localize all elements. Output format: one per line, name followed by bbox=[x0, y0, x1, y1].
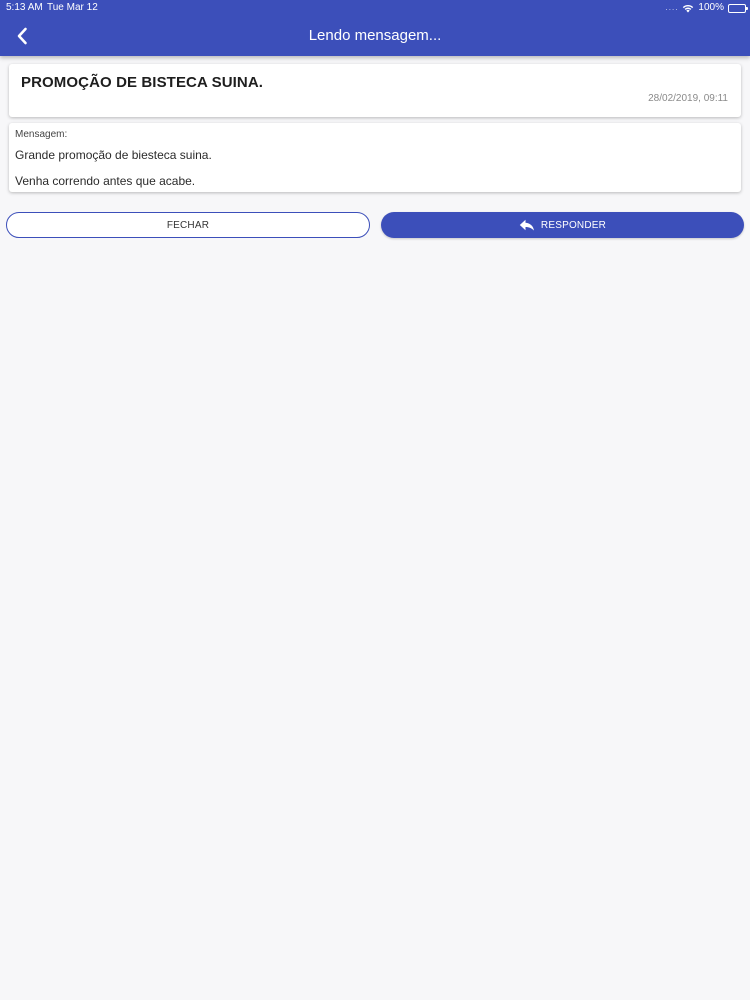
close-button[interactable]: FECHAR bbox=[6, 212, 370, 238]
message-line: Grande promoção de biesteca suina. bbox=[15, 148, 212, 162]
wifi-icon bbox=[682, 4, 694, 13]
battery-icon bbox=[728, 3, 748, 13]
status-time: 5:13 AM bbox=[6, 2, 43, 13]
message-title: PROMOÇÃO DE BISTECA SUINA. bbox=[21, 74, 264, 91]
message-line: Venha correndo antes que acabe. bbox=[15, 174, 196, 188]
reply-button-label: RESPONDER bbox=[540, 219, 607, 231]
message-label: Mensagem: bbox=[15, 129, 68, 140]
battery-percent: 100% bbox=[698, 2, 724, 13]
reply-icon bbox=[519, 219, 535, 231]
status-indicators: .... 100% bbox=[665, 0, 748, 16]
message-datetime: 28/02/2019, 09:11 bbox=[648, 93, 728, 104]
reply-button[interactable]: RESPONDER bbox=[381, 212, 744, 238]
page-title: Lendo mensagem... bbox=[308, 27, 442, 44]
message-title-card: PROMOÇÃO DE BISTECA SUINA. 28/02/2019, 0… bbox=[9, 64, 741, 117]
message-body-card: Mensagem: Grande promoção de biesteca su… bbox=[9, 123, 741, 192]
status-bar: 5:13 AM Tue Mar 12 .... 100% bbox=[0, 0, 750, 16]
status-date: Tue Mar 12 bbox=[47, 2, 98, 13]
close-button-label: FECHAR bbox=[166, 219, 210, 231]
app-header: 5:13 AM Tue Mar 12 .... 100% Lendo mensa… bbox=[0, 0, 750, 56]
signal-icon: .... bbox=[665, 3, 679, 12]
